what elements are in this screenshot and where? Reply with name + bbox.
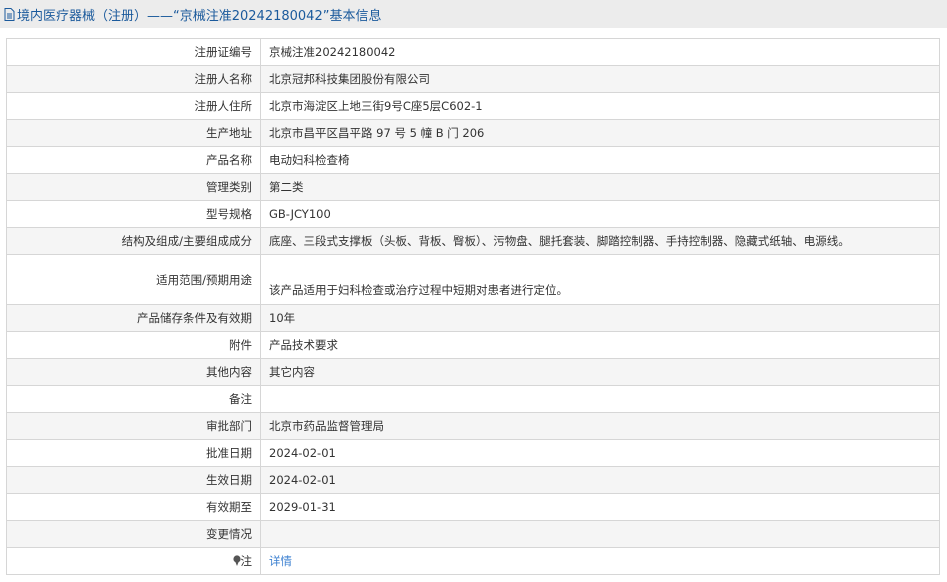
row-value [260,520,940,548]
row-value: 底座、三段式支撑板（头板、背板、臀板）、污物盘、腿托套装、脚踏控制器、手持控制器… [260,227,940,255]
table-row: 产品名称 电动妇科检查椅 [6,146,940,174]
row-value: 2024-02-01 [260,439,940,467]
row-value: 2029-01-31 [260,493,940,521]
table-row: 审批部门 北京市药品监督管理局 [6,412,940,440]
table-row: 型号规格 GB-JCY100 [6,200,940,228]
row-value: 其它内容 [260,358,940,386]
document-icon [4,7,15,21]
row-label: 适用范围/预期用途 [6,254,261,305]
table-row: 注册人住所 北京市海淀区上地三街9号C座5层C602-1 [6,92,940,120]
row-value: 北京市海淀区上地三街9号C座5层C602-1 [260,92,940,120]
row-value: 北京市药品监督管理局 [260,412,940,440]
row-label: 变更情况 [6,520,261,548]
row-value [260,385,940,413]
table-row: 附件 产品技术要求 [6,331,940,359]
row-label: 管理类别 [6,173,261,201]
info-table: 注册证编号 京械注准20242180042 注册人名称 北京冠邦科技集团股份有限公司注… [6,38,940,575]
row-label: 有效期至 [6,493,261,521]
row-value: 第二类 [260,173,940,201]
row-label: 产品储存条件及有效期 [6,304,261,332]
row-label: 产品名称 [6,146,261,174]
table-row: 生效日期 2024-02-01 [6,466,940,494]
page-title: 境内医疗器械（注册）——“京械注准20242180042”基本信息 [17,8,382,24]
row-label: 审批部门 [6,412,261,440]
table-row: 注册人名称 北京冠邦科技集团股份有限公司 [6,65,940,93]
row-label: 附件 [6,331,261,359]
row-value: 电动妇科检查椅 [260,146,940,174]
table-row: 适用范围/预期用途 该产品适用于妇科检查或治疗过程中短期对患者进行定位。 [6,254,940,305]
table-row: 管理类别 第二类 [6,173,940,201]
table-row: 备注 [6,385,940,413]
table-row: 有效期至 2029-01-31 [6,493,940,521]
row-value: GB-JCY100 [260,200,940,228]
row-label: 生产地址 [6,119,261,147]
pin-icon [232,555,241,566]
table-row: 结构及组成/主要组成成分 底座、三段式支撑板（头板、背板、臀板）、污物盘、腿托套装… [6,227,940,255]
row-label: 型号规格 [6,200,261,228]
row-label: 批准日期 [6,439,261,467]
table-row: 变更情况 [6,520,940,548]
row-label: 备注 [6,385,261,413]
row-value: 北京市昌平区昌平路 97 号 5 幢 B 门 206 [260,119,940,147]
row-label: 其他内容 [6,358,261,386]
details-link[interactable]: 详情 [269,554,292,568]
row-value: 该产品适用于妇科检查或治疗过程中短期对患者进行定位。 [260,254,940,305]
table-row: 生产地址 北京市昌平区昌平路 97 号 5 幢 B 门 206 [6,119,940,147]
table-row: 注册证编号 京械注准20242180042 [6,38,940,66]
row-label: 注册人名称 [6,65,261,93]
row-label: 注册证编号 [6,38,261,66]
note-row: 注 详情 [6,547,940,575]
table-row: 其他内容 其它内容 [6,358,940,386]
note-label-cell: 注 [6,547,261,575]
row-value: 10年 [260,304,940,332]
table-row: 批准日期 2024-02-01 [6,439,940,467]
row-value: 北京冠邦科技集团股份有限公司 [260,65,940,93]
note-label: 注 [240,554,253,568]
row-value: 产品技术要求 [260,331,940,359]
row-label: 结构及组成/主要组成成分 [6,227,261,255]
row-value: 2024-02-01 [260,466,940,494]
row-label: 生效日期 [6,466,261,494]
row-label: 注册人住所 [6,92,261,120]
page-header: 境内医疗器械（注册）——“京械注准20242180042”基本信息 [0,0,947,28]
row-value: 京械注准20242180042 [260,38,940,66]
table-row: 产品储存条件及有效期 10年 [6,304,940,332]
